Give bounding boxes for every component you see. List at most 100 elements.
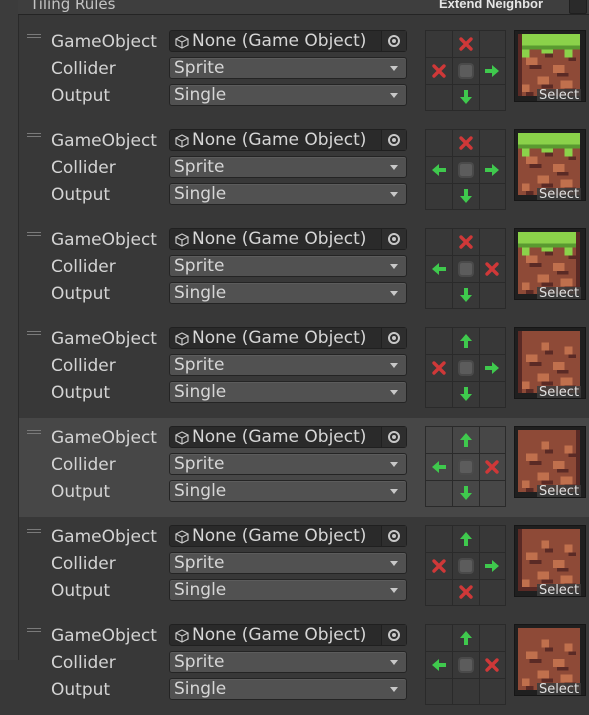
gameobject-field[interactable]: None (Game Object) xyxy=(169,525,407,547)
neighbor-grid[interactable] xyxy=(425,426,506,507)
sprite-preview[interactable]: Select xyxy=(514,327,586,399)
neighbor-grid[interactable] xyxy=(425,624,506,705)
drag-handle[interactable] xyxy=(27,133,41,139)
neighbor-cell[interactable] xyxy=(453,381,479,407)
neighbor-cell[interactable] xyxy=(479,480,505,506)
neighbor-cell[interactable] xyxy=(426,652,452,678)
gameobject-field[interactable]: None (Game Object) xyxy=(169,426,407,448)
neighbor-cell[interactable] xyxy=(479,31,505,57)
output-dropdown[interactable]: Single xyxy=(169,183,407,205)
tiling-rule[interactable]: GameObject Collider Output None (Game Objec… xyxy=(19,517,589,616)
neighbor-cell[interactable] xyxy=(426,427,452,453)
neighbor-cell[interactable] xyxy=(479,454,505,480)
neighbor-cell[interactable] xyxy=(426,84,452,110)
neighbor-cell[interactable] xyxy=(453,328,479,354)
object-picker-button[interactable] xyxy=(381,130,406,150)
neighbor-cell[interactable] xyxy=(479,355,505,381)
neighbor-cell[interactable] xyxy=(453,625,479,651)
neighbor-cell[interactable] xyxy=(426,282,452,308)
drag-handle[interactable] xyxy=(27,430,41,436)
neighbor-cell[interactable] xyxy=(479,58,505,84)
tiling-rule[interactable]: GameObject Collider Output None (Game Objec… xyxy=(19,121,589,220)
select-sprite-button[interactable]: Select xyxy=(537,485,581,497)
neighbor-cell[interactable] xyxy=(453,427,479,453)
neighbor-cell[interactable] xyxy=(479,183,505,209)
tiling-rule[interactable]: GameObject Collider Output None (Game Objec… xyxy=(19,220,589,319)
neighbor-cell[interactable] xyxy=(426,157,452,183)
neighbor-cell[interactable] xyxy=(479,652,505,678)
neighbor-cell[interactable] xyxy=(453,579,479,605)
collider-dropdown[interactable]: Sprite xyxy=(169,156,407,178)
output-dropdown[interactable]: Single xyxy=(169,678,407,700)
tiling-rule[interactable]: GameObject Collider Output None (Game Objec… xyxy=(19,418,589,517)
gameobject-field[interactable]: None (Game Object) xyxy=(169,327,407,349)
neighbor-cell[interactable] xyxy=(426,328,452,354)
gameobject-field[interactable]: None (Game Object) xyxy=(169,129,407,151)
neighbor-cell[interactable] xyxy=(453,84,479,110)
neighbor-cell[interactable] xyxy=(426,553,452,579)
select-sprite-button[interactable]: Select xyxy=(537,188,581,200)
output-dropdown[interactable]: Single xyxy=(169,84,407,106)
neighbor-cell[interactable] xyxy=(453,480,479,506)
neighbor-grid[interactable] xyxy=(425,30,506,111)
neighbor-cell[interactable] xyxy=(426,58,452,84)
neighbor-cell[interactable] xyxy=(479,256,505,282)
output-dropdown[interactable]: Single xyxy=(169,480,407,502)
tiling-rule[interactable]: GameObject Collider Output None (Game Objec… xyxy=(19,616,589,715)
object-picker-button[interactable] xyxy=(381,328,406,348)
sprite-preview[interactable]: Select xyxy=(514,624,586,696)
neighbor-cell[interactable] xyxy=(479,130,505,156)
select-sprite-button[interactable]: Select xyxy=(537,386,581,398)
output-dropdown[interactable]: Single xyxy=(169,282,407,304)
neighbor-cell[interactable] xyxy=(453,130,479,156)
drag-handle[interactable] xyxy=(27,529,41,535)
neighbor-grid[interactable] xyxy=(425,525,506,606)
sprite-preview[interactable]: Select xyxy=(514,228,586,300)
neighbor-cell[interactable] xyxy=(479,553,505,579)
sprite-preview[interactable]: Select xyxy=(514,129,586,201)
gameobject-field[interactable]: None (Game Object) xyxy=(169,30,407,52)
object-picker-button[interactable] xyxy=(381,31,406,51)
neighbor-cell[interactable] xyxy=(479,282,505,308)
neighbor-cell[interactable] xyxy=(453,282,479,308)
collider-dropdown[interactable]: Sprite xyxy=(169,651,407,673)
neighbor-cell[interactable] xyxy=(426,480,452,506)
neighbor-cell[interactable] xyxy=(479,678,505,704)
neighbor-cell[interactable] xyxy=(426,625,452,651)
neighbor-cell[interactable] xyxy=(426,381,452,407)
drag-handle[interactable] xyxy=(27,628,41,634)
neighbor-cell[interactable] xyxy=(426,579,452,605)
object-picker-button[interactable] xyxy=(381,229,406,249)
select-sprite-button[interactable]: Select xyxy=(537,584,581,596)
neighbor-cell[interactable] xyxy=(479,84,505,110)
neighbor-cell[interactable] xyxy=(479,579,505,605)
sprite-preview[interactable]: Select xyxy=(514,30,586,102)
neighbor-cell[interactable] xyxy=(453,31,479,57)
neighbor-cell[interactable] xyxy=(479,157,505,183)
tiling-rule[interactable]: GameObject Collider Output None (Game Objec… xyxy=(19,319,589,418)
neighbor-cell[interactable] xyxy=(453,229,479,255)
neighbor-grid[interactable] xyxy=(425,228,506,309)
neighbor-cell[interactable] xyxy=(426,454,452,480)
collider-dropdown[interactable]: Sprite xyxy=(169,552,407,574)
collider-dropdown[interactable]: Sprite xyxy=(169,453,407,475)
gameobject-field[interactable]: None (Game Object) xyxy=(169,228,407,250)
select-sprite-button[interactable]: Select xyxy=(537,683,581,695)
sprite-preview[interactable]: Select xyxy=(514,426,586,498)
collider-dropdown[interactable]: Sprite xyxy=(169,354,407,376)
gameobject-field[interactable]: None (Game Object) xyxy=(169,624,407,646)
select-sprite-button[interactable]: Select xyxy=(537,89,581,101)
collider-dropdown[interactable]: Sprite xyxy=(169,255,407,277)
neighbor-cell[interactable] xyxy=(426,526,452,552)
neighbor-cell[interactable] xyxy=(479,625,505,651)
tiling-rule[interactable]: GameObject Collider Output None (Game Objec… xyxy=(19,22,589,121)
neighbor-cell[interactable] xyxy=(426,229,452,255)
neighbor-grid[interactable] xyxy=(425,327,506,408)
object-picker-button[interactable] xyxy=(381,427,406,447)
neighbor-cell[interactable] xyxy=(426,355,452,381)
drag-handle[interactable] xyxy=(27,331,41,337)
select-sprite-button[interactable]: Select xyxy=(537,287,581,299)
neighbor-cell[interactable] xyxy=(426,678,452,704)
neighbor-cell[interactable] xyxy=(479,427,505,453)
neighbor-cell[interactable] xyxy=(426,256,452,282)
